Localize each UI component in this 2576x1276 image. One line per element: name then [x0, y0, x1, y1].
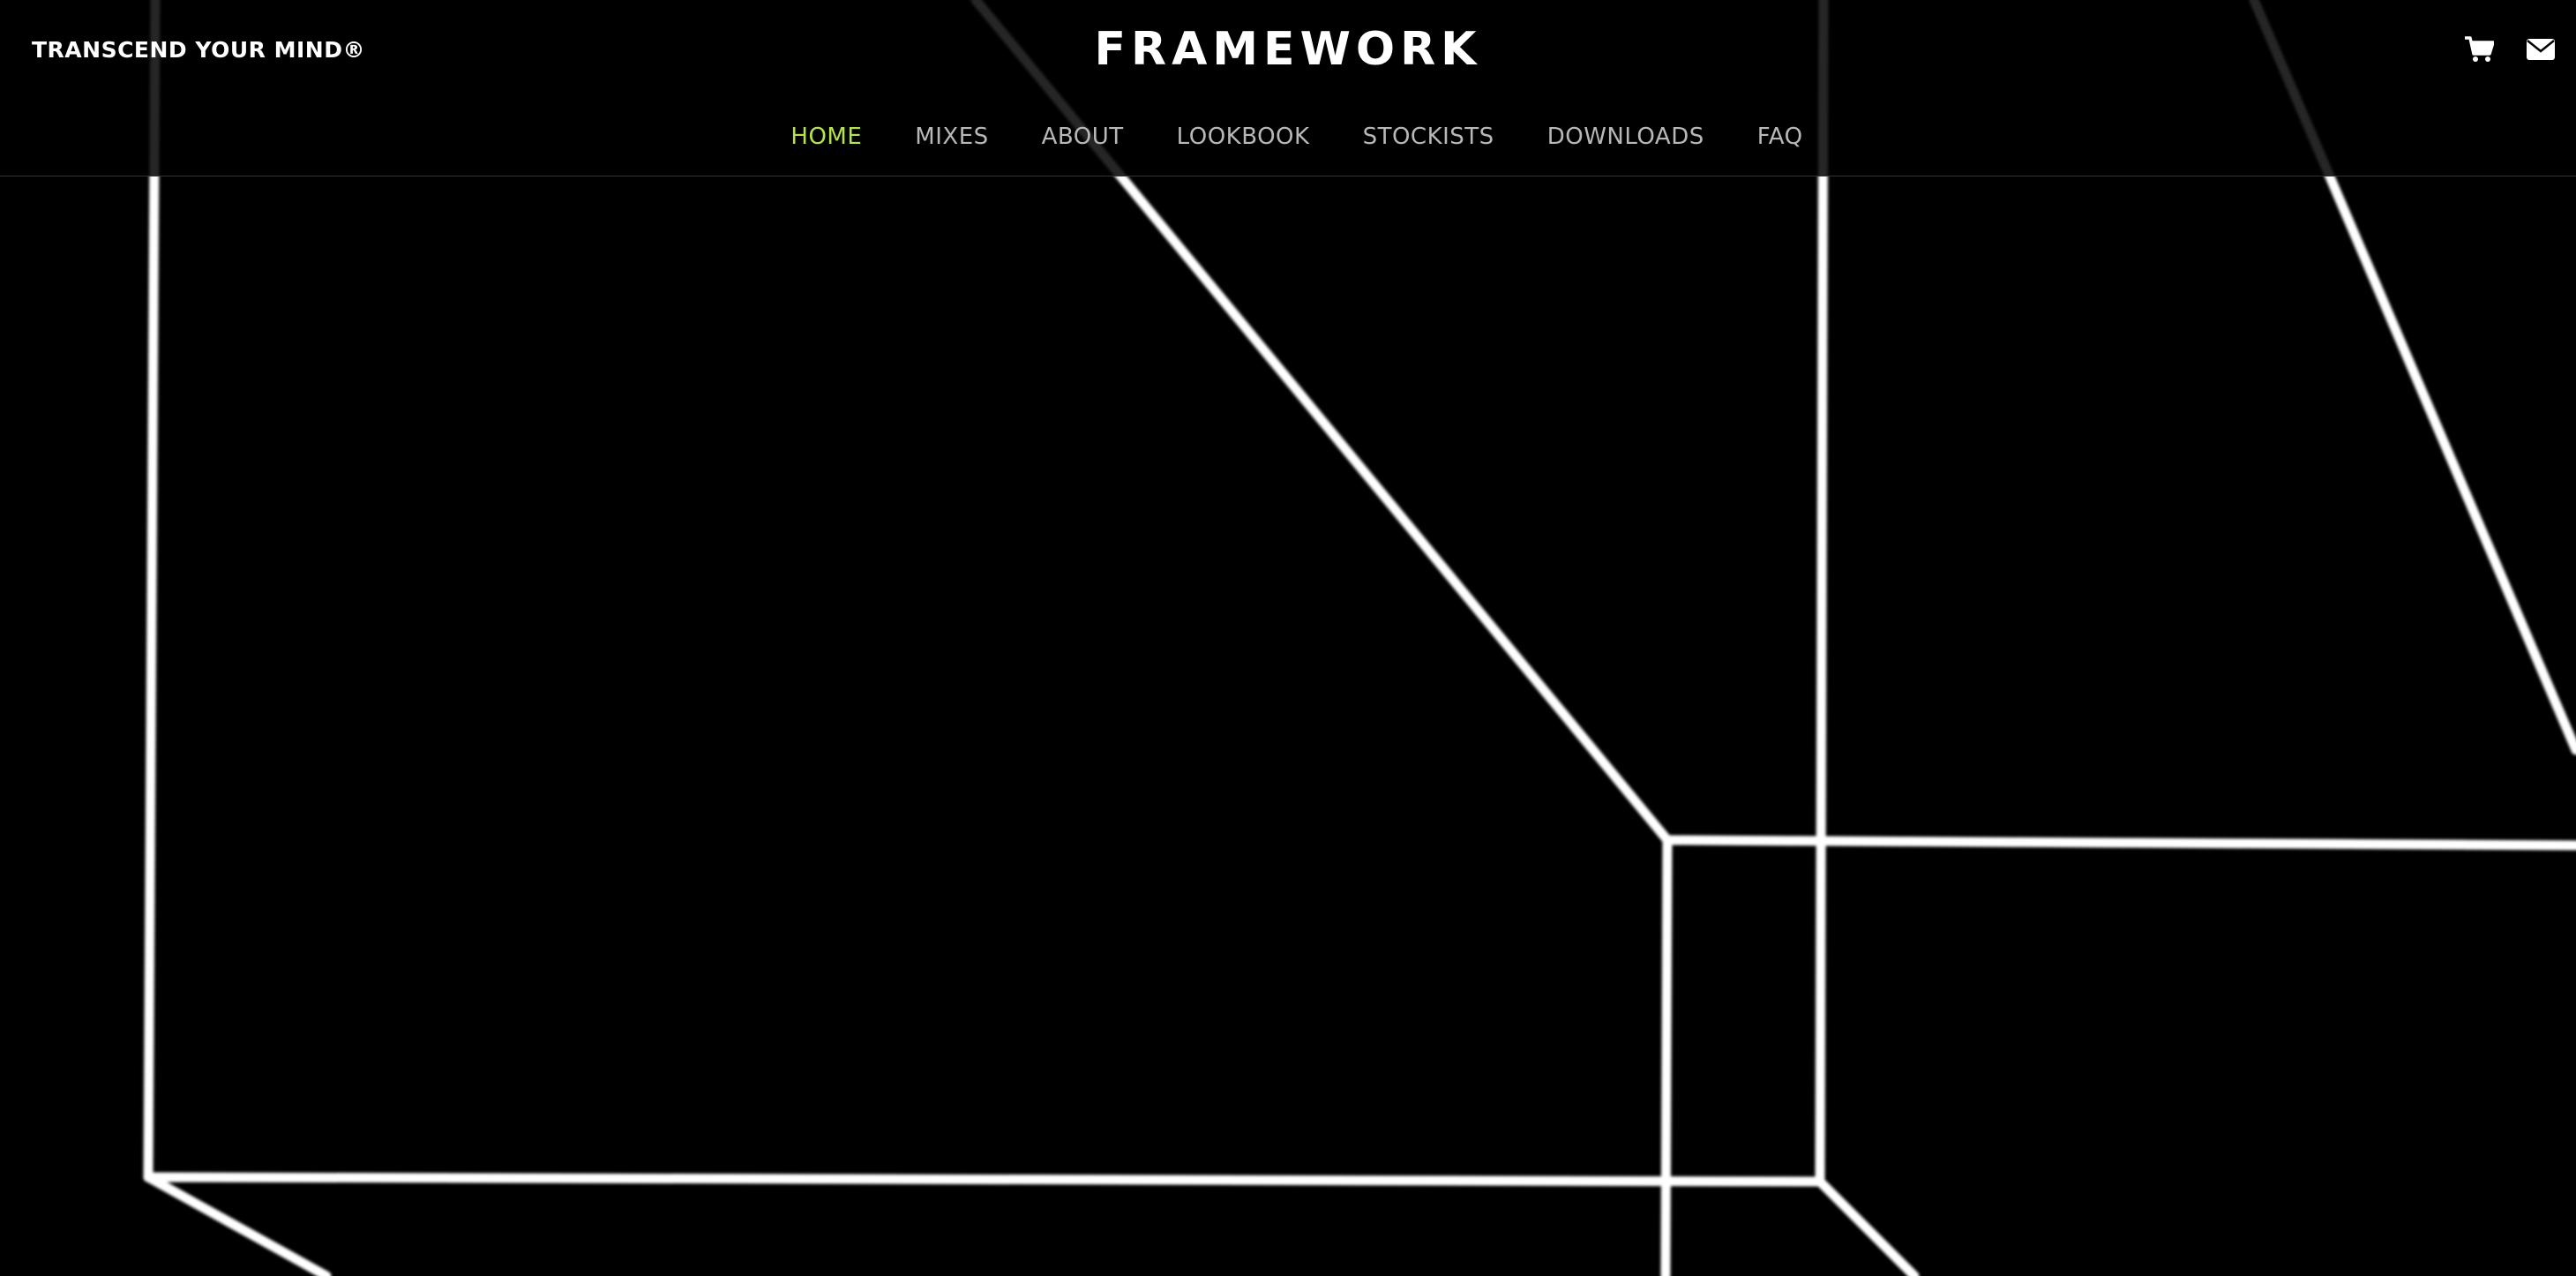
site-header: TRANSCEND YOUR MIND® FRAMEWORK HOME MIXE…: [0, 0, 2576, 176]
nav-item-stockists[interactable]: STOCKISTS: [1363, 124, 1494, 150]
nav-item-faq[interactable]: FAQ: [1757, 124, 1803, 150]
main-nav: HOME MIXES ABOUT LOOKBOOK STOCKISTS DOWN…: [0, 124, 2576, 150]
hero-wireframe-background: [143, 0, 2576, 1276]
wireframe-lines: [143, 0, 2576, 1276]
nav-item-home[interactable]: HOME: [790, 124, 862, 150]
nav-item-mixes[interactable]: MIXES: [915, 124, 988, 150]
nav-item-downloads[interactable]: DOWNLOADS: [1547, 124, 1704, 150]
site-logo[interactable]: FRAMEWORK: [0, 23, 2576, 76]
nav-item-about[interactable]: ABOUT: [1042, 124, 1124, 150]
cart-icon[interactable]: [2461, 32, 2497, 67]
nav-item-lookbook[interactable]: LOOKBOOK: [1177, 124, 1310, 150]
mail-icon[interactable]: [2523, 32, 2558, 67]
